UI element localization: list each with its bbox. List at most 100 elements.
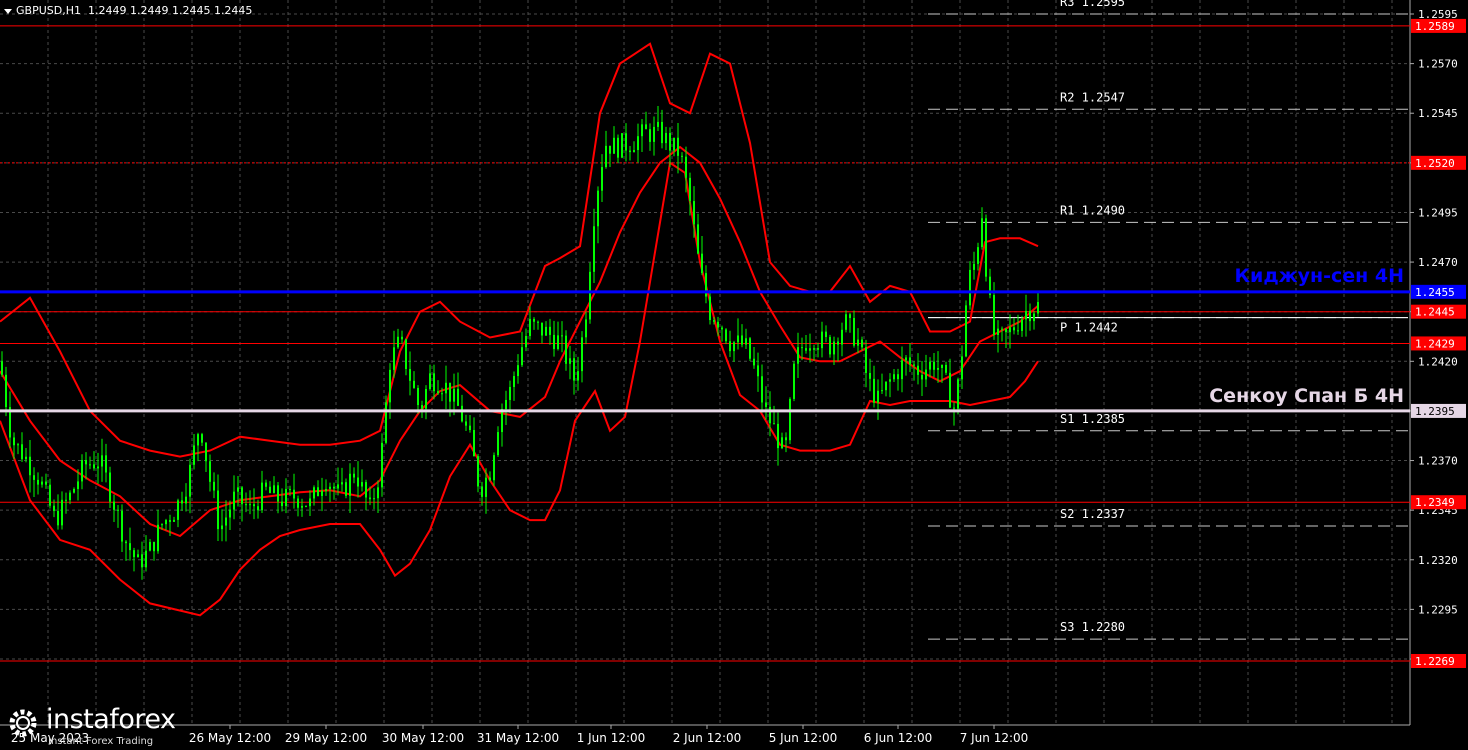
candle-body: [725, 329, 727, 342]
y-tick-label: 1.2320: [1418, 554, 1458, 567]
candle-body: [929, 361, 931, 370]
candle-body: [993, 295, 995, 335]
candle-body: [985, 218, 987, 277]
candle-body: [509, 386, 511, 400]
candle-body: [109, 472, 111, 502]
candle-body: [529, 318, 531, 336]
y-tick-label: 1.2370: [1418, 455, 1458, 468]
candle-body: [657, 121, 659, 127]
candle-body: [429, 373, 431, 390]
candle-body: [277, 485, 279, 502]
candle-body: [665, 132, 667, 144]
candle-body: [553, 334, 555, 350]
candle-body: [845, 314, 847, 330]
candle-body: [561, 335, 563, 337]
candle-body: [345, 482, 347, 496]
candle-body: [865, 347, 867, 373]
candle-body: [605, 145, 607, 168]
candle-body: [457, 388, 459, 406]
candle-body: [453, 388, 455, 402]
level-tag-label: 1.2269: [1415, 655, 1455, 668]
candle-body: [425, 389, 427, 409]
candle-body: [441, 393, 443, 395]
y-tick-label: 1.2470: [1418, 256, 1458, 269]
level-tag-label: 1.2349: [1415, 496, 1455, 509]
candle-body: [137, 554, 139, 558]
candle-body: [377, 487, 379, 499]
candle-body: [293, 489, 295, 499]
candle-body: [117, 509, 119, 511]
candle-body: [829, 337, 831, 355]
candle-body: [33, 475, 35, 480]
candle-body: [381, 442, 383, 488]
candle-body: [297, 498, 299, 508]
y-tick-label: 1.2495: [1418, 206, 1458, 219]
candle-body: [157, 524, 159, 552]
candle-body: [505, 399, 507, 410]
candle-body: [537, 321, 539, 323]
candle-body: [313, 487, 315, 499]
candle-body: [269, 486, 271, 493]
candle-body: [173, 519, 175, 522]
logo-tagline: Instant Forex Trading: [48, 736, 154, 747]
level-tag-label: 1.2589: [1415, 20, 1455, 33]
logo-name: instaforex: [46, 704, 176, 735]
price-chart[interactable]: R3 1.2595 R2 1.2547 R1 1.2490 P 1.2442 S1 1.…: [0, 0, 1468, 750]
candle-body: [373, 498, 375, 500]
dropdown-triangle-icon[interactable]: [4, 8, 12, 14]
candle-body: [365, 482, 367, 498]
ohlc-readout: 1.2449 1.2449 1.2445 1.2445: [87, 4, 253, 17]
candle-body: [393, 347, 395, 370]
candle-body: [253, 504, 255, 507]
candle-body: [85, 460, 87, 465]
candle-body: [681, 155, 683, 157]
candle-body: [997, 328, 999, 335]
candle-body: [21, 444, 23, 460]
candle-body: [637, 136, 639, 151]
candle-body: [533, 318, 535, 322]
candle-body: [585, 319, 587, 338]
pivot-label: R1 1.2490: [1060, 203, 1125, 217]
candle-body: [461, 405, 463, 422]
candle-body: [741, 335, 743, 345]
candle-body: [905, 357, 907, 361]
y-tick-label: 1.2545: [1418, 107, 1458, 120]
candle-body: [261, 482, 263, 511]
candle-body: [753, 358, 755, 366]
candle-body: [513, 376, 515, 387]
candle-body: [97, 466, 99, 469]
candle-body: [477, 456, 479, 487]
candle-body: [1029, 310, 1031, 322]
candle-body: [369, 497, 371, 500]
pivot-label: R3 1.2595: [1060, 0, 1125, 9]
candle-body: [89, 464, 91, 466]
candle-body: [977, 247, 979, 264]
candle-body: [301, 505, 303, 508]
candle-body: [121, 510, 123, 542]
candle-body: [973, 263, 975, 270]
candle-body: [749, 338, 751, 359]
candle-body: [309, 498, 311, 507]
candle-body: [501, 409, 503, 433]
x-tick-label: 7 Jun 12:00: [960, 731, 1029, 745]
candle-body: [249, 504, 251, 506]
candle-body: [433, 373, 435, 392]
x-tick-label: 30 May 12:00: [382, 731, 464, 745]
candle-body: [517, 365, 519, 377]
candle-body: [677, 137, 679, 156]
candle-body: [729, 341, 731, 352]
candle-body: [549, 326, 551, 335]
candle-body: [581, 337, 583, 372]
candle-body: [61, 499, 63, 526]
candle-body: [525, 335, 527, 348]
candle-body: [789, 398, 791, 441]
candle-body: [1013, 327, 1015, 331]
candle-body: [485, 477, 487, 497]
candle-body: [885, 381, 887, 391]
candle-body: [417, 387, 419, 406]
candle-body: [813, 348, 815, 350]
candle-body: [197, 434, 199, 446]
candle-body: [565, 335, 567, 364]
candle-body: [785, 437, 787, 441]
pivot-label: S1 1.2385: [1060, 412, 1125, 426]
